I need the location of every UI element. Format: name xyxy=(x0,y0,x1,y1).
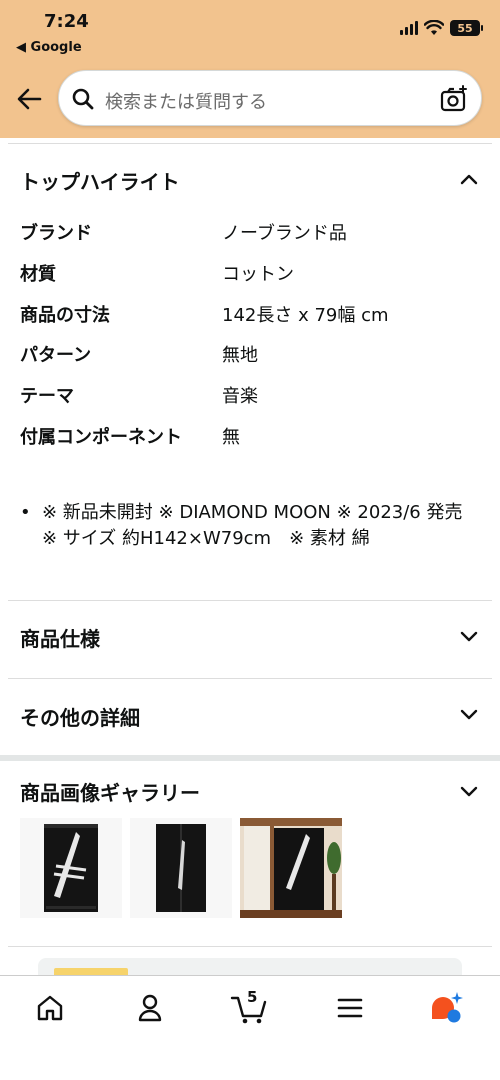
section-separator xyxy=(0,755,500,761)
image-gallery-title[interactable]: 商品画像ギャラリー xyxy=(20,777,200,806)
battery-icon: 55 xyxy=(450,20,483,36)
noren-image xyxy=(156,824,206,912)
chevron-down-icon[interactable] xyxy=(458,625,480,647)
bullet-dot: • xyxy=(20,502,31,523)
spec-label-pattern: パターン xyxy=(20,345,92,366)
spec-label-dimensions: 商品の寸法 xyxy=(20,305,110,326)
bullet-text: ※ 新品未開封 ※ DIAMOND MOON ※ 2023/6 発売 ※ サイズ… xyxy=(42,502,463,549)
spec-label-material: 材質 xyxy=(20,264,56,285)
spec-value-pattern: 無地 xyxy=(222,345,258,366)
highlight-bullet: • ※ 新品未開封 ※ DIAMOND MOON ※ 2023/6 発売 ※ サ… xyxy=(20,500,490,552)
spec-value-brand: ノーブランド品 xyxy=(222,223,347,244)
other-details-title[interactable]: その他の詳細 xyxy=(20,702,140,731)
divider xyxy=(8,678,492,679)
search-placeholder: 検索または質問する xyxy=(105,92,267,113)
search-input[interactable]: 検索または質問する xyxy=(58,70,482,126)
chevron-up-icon[interactable] xyxy=(458,168,480,190)
spec-value-components: 無 xyxy=(222,427,240,448)
spec-label-brand: ブランド xyxy=(20,223,92,244)
signal-icon xyxy=(400,21,418,35)
spec-label-components: 付属コンポーネント xyxy=(20,427,182,448)
spec-label-theme: テーマ xyxy=(20,386,74,407)
spec-value-theme: 音楽 xyxy=(222,386,258,407)
gallery-thumbnail-2[interactable] xyxy=(130,818,232,918)
chevron-down-icon[interactable] xyxy=(458,703,480,725)
home-icon[interactable] xyxy=(30,988,70,1028)
product-specs-title[interactable]: 商品仕様 xyxy=(20,623,100,652)
chevron-down-icon[interactable] xyxy=(458,780,480,802)
status-time: 7:24 xyxy=(44,11,89,32)
gallery-thumbnail-1[interactable] xyxy=(20,818,122,918)
noren-image xyxy=(44,824,98,912)
room-image xyxy=(240,818,342,918)
divider xyxy=(8,600,492,601)
account-icon[interactable] xyxy=(130,988,170,1028)
divider xyxy=(8,946,492,947)
status-indicators: 55 xyxy=(400,20,483,36)
rufus-ai-icon[interactable] xyxy=(426,988,466,1028)
spec-value-material: コットン xyxy=(222,264,294,285)
back-arrow-icon[interactable] xyxy=(14,84,44,114)
menu-icon[interactable] xyxy=(330,988,370,1028)
camera-icon[interactable] xyxy=(439,84,469,114)
gallery-thumbnail-3[interactable] xyxy=(240,818,342,918)
header: 7:24 ◀ Google 55 検索または質問する xyxy=(0,0,500,138)
wifi-icon xyxy=(424,20,444,35)
back-to-google-link[interactable]: ◀ Google xyxy=(16,40,82,55)
cart-count-badge: 5 xyxy=(247,988,258,1006)
search-icon xyxy=(72,88,94,110)
spec-value-dimensions: 142長さ x 79幅 cm xyxy=(222,305,389,326)
top-highlights-title[interactable]: トップハイライト xyxy=(20,166,180,195)
divider xyxy=(8,143,492,144)
